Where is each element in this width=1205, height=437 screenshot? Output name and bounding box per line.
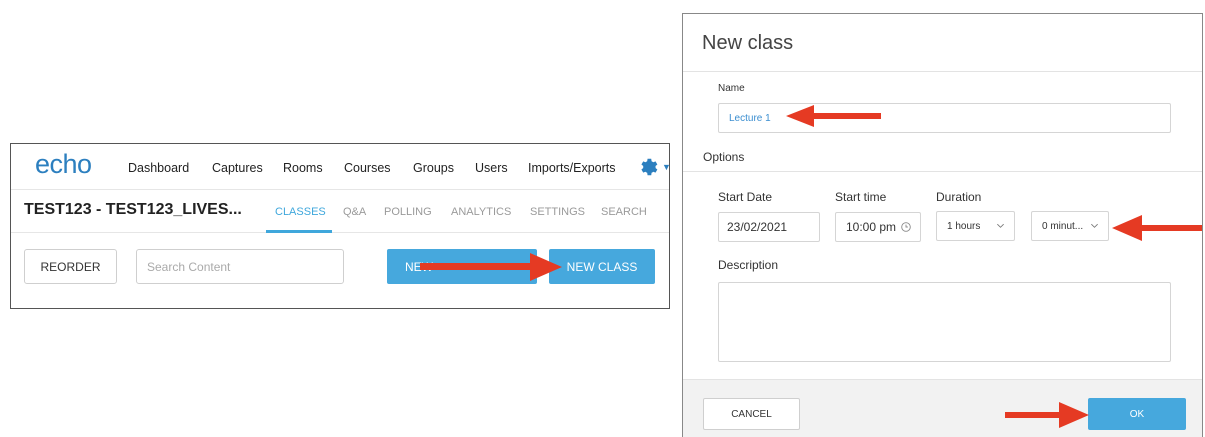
chevron-down-icon bbox=[1091, 223, 1098, 228]
modal-title: New class bbox=[702, 32, 794, 54]
ok-button[interactable]: OK bbox=[1088, 398, 1186, 430]
modal-footer: CANCEL OK bbox=[683, 379, 1202, 437]
tab-search[interactable]: SEARCH bbox=[601, 206, 647, 218]
duration-label: Duration bbox=[936, 190, 982, 204]
gear-icon[interactable] bbox=[636, 156, 658, 178]
options-label: Options bbox=[703, 150, 745, 164]
description-textarea[interactable] bbox=[718, 282, 1171, 362]
top-navigation: echo Dashboard Captures Rooms Courses Gr… bbox=[11, 144, 669, 189]
nav-rooms[interactable]: Rooms bbox=[283, 161, 323, 175]
annotation-arrow-minutes bbox=[1112, 215, 1202, 241]
start-date-input[interactable]: 23/02/2021 bbox=[718, 212, 820, 242]
new-class-button[interactable]: NEW CLASS bbox=[549, 249, 655, 284]
tab-polling[interactable]: POLLING bbox=[384, 206, 432, 218]
tab-settings[interactable]: SETTINGS bbox=[530, 206, 585, 218]
nav-captures[interactable]: Captures bbox=[212, 161, 263, 175]
start-time-label: Start time bbox=[835, 190, 887, 204]
modal-header-divider bbox=[683, 71, 1202, 72]
annotation-arrow-new-class bbox=[420, 253, 562, 281]
options-divider bbox=[683, 171, 1202, 172]
start-date-label: Start Date bbox=[718, 190, 773, 204]
course-subnav: TEST123 - TEST123_LIVES... CLASSES Q&A P… bbox=[11, 189, 669, 233]
annotation-arrow-name bbox=[786, 105, 881, 127]
name-label: Name bbox=[718, 83, 745, 94]
nav-courses[interactable]: Courses bbox=[344, 161, 391, 175]
chevron-down-icon bbox=[997, 223, 1004, 228]
echo-course-page: echo Dashboard Captures Rooms Courses Gr… bbox=[10, 143, 670, 309]
duration-minutes-value: 0 minut... bbox=[1042, 220, 1084, 232]
tab-classes[interactable]: CLASSES bbox=[275, 206, 326, 218]
tab-analytics[interactable]: ANALYTICS bbox=[451, 206, 511, 218]
start-time-input[interactable]: 10:00 pm bbox=[835, 212, 921, 242]
caret-down-icon[interactable]: ▼ bbox=[662, 162, 669, 172]
clock-icon bbox=[901, 222, 911, 232]
nav-users[interactable]: Users bbox=[475, 161, 508, 175]
start-date-value: 23/02/2021 bbox=[727, 220, 788, 234]
echo-logo[interactable]: echo bbox=[35, 149, 92, 180]
duration-minutes-select[interactable]: 0 minut... bbox=[1031, 211, 1109, 241]
start-time-value: 10:00 pm bbox=[846, 220, 897, 234]
annotation-arrow-ok bbox=[1005, 402, 1089, 428]
description-label: Description bbox=[718, 258, 779, 272]
cancel-button[interactable]: CANCEL bbox=[703, 398, 800, 430]
tab-qa[interactable]: Q&A bbox=[343, 206, 366, 218]
reorder-button[interactable]: REORDER bbox=[24, 249, 117, 284]
nav-dashboard[interactable]: Dashboard bbox=[128, 161, 189, 175]
nav-groups[interactable]: Groups bbox=[413, 161, 454, 175]
search-content-input[interactable]: Search Content bbox=[136, 249, 344, 284]
nav-imports-exports[interactable]: Imports/Exports bbox=[528, 161, 616, 175]
duration-hours-select[interactable]: 1 hours bbox=[936, 211, 1015, 241]
course-title: TEST123 - TEST123_LIVES... bbox=[24, 201, 242, 218]
duration-hours-value: 1 hours bbox=[947, 220, 981, 232]
classes-toolbar: REORDER Search Content NEW NEW CLASS bbox=[11, 233, 669, 308]
